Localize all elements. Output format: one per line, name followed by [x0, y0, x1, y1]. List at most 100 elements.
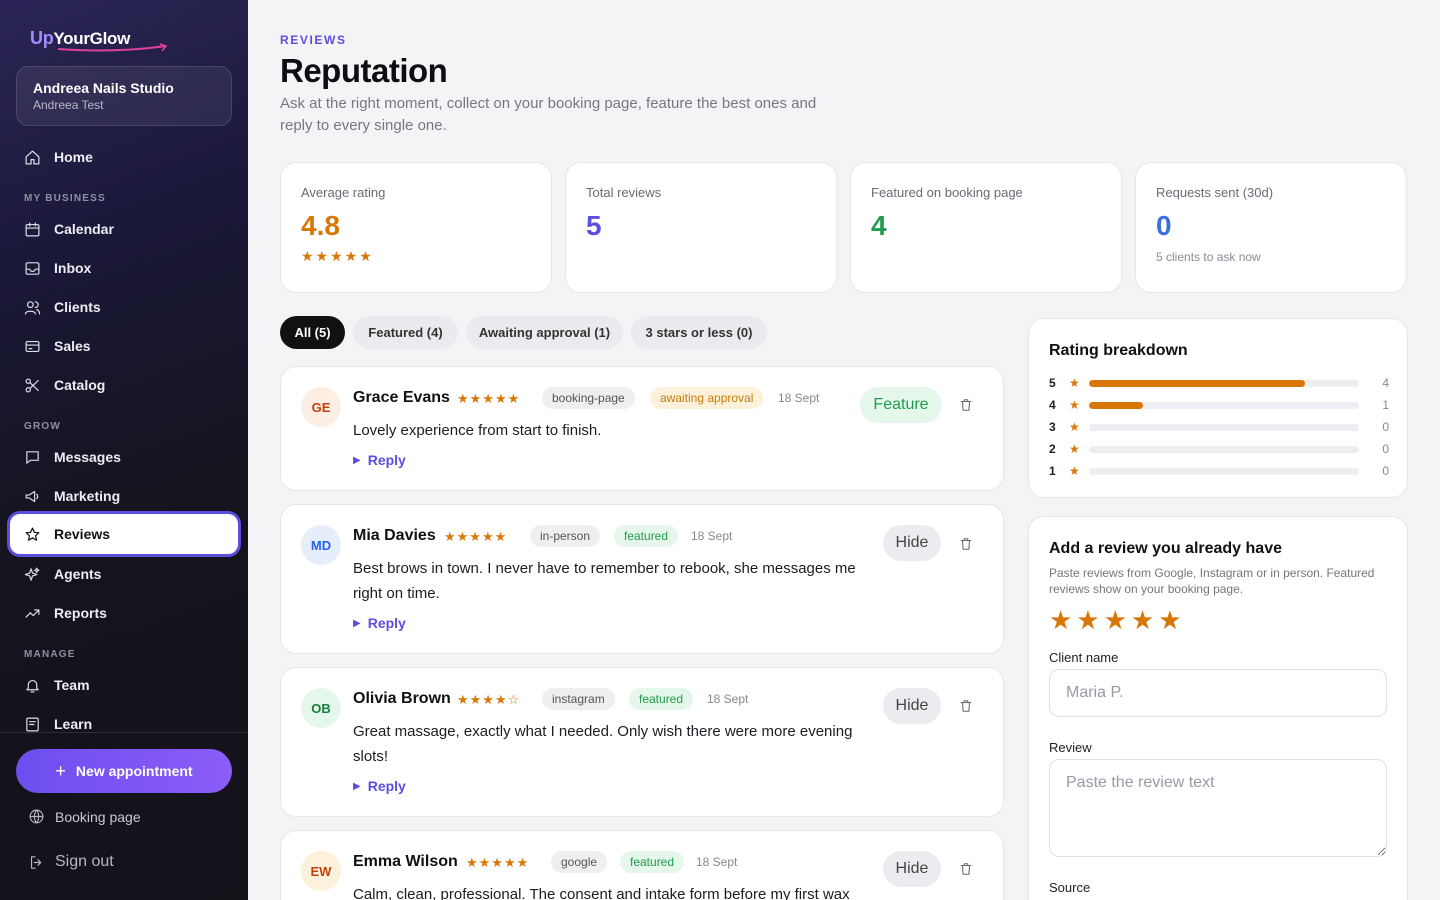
- rating-bar-fill: [1089, 379, 1305, 387]
- inbox-icon: [25, 261, 40, 275]
- status-badge: featured: [629, 688, 694, 710]
- logo-up: Up: [30, 28, 54, 48]
- nav-section-business: MY BUSINESS: [24, 193, 106, 204]
- caret-right-icon: ▶: [353, 780, 361, 792]
- stat-average-rating: Average rating 4.8 ★★★★★: [280, 162, 552, 293]
- review-card: OB Olivia Brown ★★★★☆ instagram featured…: [280, 667, 1004, 817]
- wallet-icon: [25, 340, 40, 352]
- stat-value: 4: [871, 210, 887, 241]
- sign-out-button[interactable]: Sign out: [28, 853, 114, 871]
- trash-icon: [960, 399, 972, 411]
- nav-agents-label: Agents: [54, 566, 102, 582]
- stat-value: 4.8: [301, 210, 340, 241]
- tab-low-rated[interactable]: 3 stars or less (0): [631, 316, 767, 349]
- stat-total-reviews: Total reviews 5: [565, 162, 837, 293]
- source-label: Source: [1049, 880, 1091, 895]
- nav-calendar-label: Calendar: [54, 221, 114, 237]
- brand-logo[interactable]: UpYourGlow: [30, 28, 168, 52]
- calendar-icon: [25, 222, 40, 236]
- panel-subtitle: Paste reviews from Google, Instagram or …: [1049, 566, 1375, 596]
- nav-clients[interactable]: Clients: [24, 295, 101, 319]
- stat-label: Requests sent (30d): [1156, 185, 1274, 200]
- delete-button[interactable]: [959, 862, 973, 876]
- trash-icon: [960, 538, 972, 550]
- review-date: 18 Sept: [691, 529, 733, 543]
- review-card: MD Mia Davies ★★★★★ in-person featured 1…: [280, 504, 1004, 654]
- source-badge: google: [551, 851, 608, 873]
- nav-marketing[interactable]: Marketing: [24, 484, 120, 508]
- rating-star-level: 2: [1049, 442, 1056, 456]
- status-badge: awaiting approval: [650, 387, 764, 409]
- nav-messages[interactable]: Messages: [24, 445, 121, 469]
- rating-count: 0: [1382, 464, 1389, 478]
- nav-home[interactable]: Home: [24, 145, 93, 169]
- source-badge: in-person: [530, 525, 601, 547]
- nav-agents[interactable]: Agents: [24, 562, 101, 586]
- new-appointment-label: New appointment: [75, 763, 193, 779]
- nav-inbox[interactable]: Inbox: [24, 256, 91, 280]
- rating-star-level: 4: [1049, 398, 1056, 412]
- trash-icon: [960, 863, 972, 875]
- booking-page-label: Booking page: [55, 808, 141, 825]
- nav-catalog[interactable]: Catalog: [24, 373, 105, 397]
- reviewer-name: Grace Evans: [353, 389, 450, 406]
- panel-title: Rating breakdown: [1049, 342, 1188, 359]
- megaphone-icon: [25, 490, 39, 502]
- rating-count: 0: [1382, 420, 1389, 434]
- nav-sales-label: Sales: [54, 338, 91, 354]
- nav-sales[interactable]: Sales: [24, 334, 91, 358]
- studio-user: Andreea Test: [33, 98, 104, 112]
- reply-toggle[interactable]: ▶ Reply: [353, 778, 406, 794]
- studio-switcher[interactable]: Andreea Nails Studio Andreea Test: [16, 66, 232, 126]
- review-date: 18 Sept: [696, 855, 738, 869]
- reviewer-name: Emma Wilson: [353, 853, 458, 870]
- avatar: MD: [301, 525, 341, 565]
- star-icon: ★: [1069, 376, 1080, 390]
- nav-reports[interactable]: Reports: [24, 601, 107, 625]
- reply-toggle[interactable]: ▶ Reply: [353, 615, 406, 631]
- tab-awaiting-approval[interactable]: Awaiting approval (1): [466, 316, 623, 349]
- nav-section-grow: GROW: [24, 421, 62, 432]
- review-textarea[interactable]: [1049, 759, 1387, 857]
- star-icon: [25, 527, 40, 541]
- rating-star-level: 1: [1049, 464, 1056, 478]
- stat-value: 0: [1156, 210, 1172, 241]
- delete-button[interactable]: [959, 699, 973, 713]
- panel-title: Add a review you already have: [1049, 540, 1282, 557]
- review-stars: ★★★★★: [444, 529, 508, 544]
- logout-icon: [30, 855, 42, 869]
- tab-featured[interactable]: Featured (4): [353, 316, 458, 349]
- hide-button[interactable]: Hide: [883, 851, 941, 887]
- home-icon: [25, 150, 40, 164]
- rating-bar-track: [1089, 379, 1359, 387]
- nav-messages-label: Messages: [54, 449, 121, 465]
- stat-featured: Featured on booking page 4: [850, 162, 1122, 293]
- nav-calendar[interactable]: Calendar: [24, 217, 114, 241]
- bell-icon: [26, 679, 39, 692]
- globe-icon: [29, 809, 44, 824]
- star-icon: ★: [1069, 464, 1080, 478]
- source-badge: instagram: [542, 688, 615, 710]
- review-text: Best brows in town. I never have to reme…: [353, 560, 856, 602]
- nav-inbox-label: Inbox: [54, 260, 92, 276]
- caret-right-icon: ▶: [353, 617, 361, 629]
- hide-button[interactable]: Hide: [883, 688, 941, 724]
- star-rating-input[interactable]: ★★★★★: [1049, 605, 1186, 636]
- review-label: Review: [1049, 740, 1092, 755]
- client-name-input[interactable]: [1049, 669, 1387, 717]
- review-text: Calm, clean, professional. The consent a…: [353, 886, 850, 900]
- booking-page-link[interactable]: Booking page: [28, 808, 141, 825]
- new-appointment-button[interactable]: + New appointment: [16, 749, 232, 793]
- tab-all[interactable]: All (5): [280, 316, 345, 349]
- delete-button[interactable]: [959, 537, 973, 551]
- reply-toggle[interactable]: ▶ Reply: [353, 452, 406, 468]
- review-stars: ★★★★★: [466, 855, 530, 870]
- source-badge: booking-page: [542, 387, 635, 409]
- review-text: Great massage, exactly what I needed. On…: [353, 723, 853, 765]
- hide-button[interactable]: Hide: [883, 525, 941, 561]
- rating-row: 5 ★ 4: [1049, 376, 1389, 390]
- nav-reviews[interactable]: Reviews: [10, 514, 238, 554]
- delete-button[interactable]: [959, 398, 973, 412]
- nav-team[interactable]: Team: [24, 673, 90, 697]
- rating-star-level: 5: [1049, 376, 1056, 390]
